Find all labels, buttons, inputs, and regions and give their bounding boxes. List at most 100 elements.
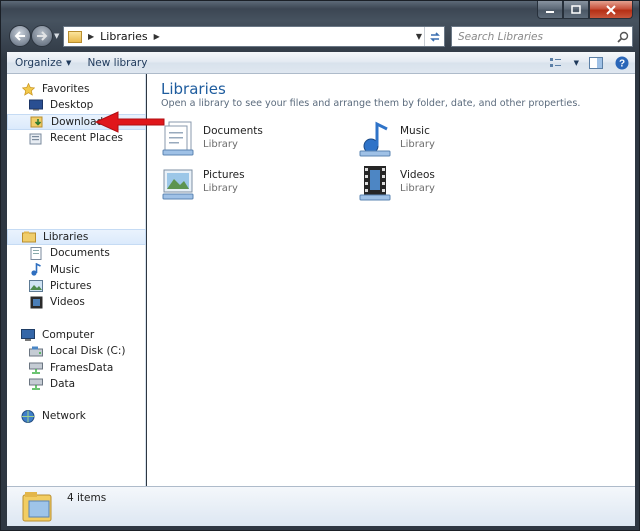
nav-documents[interactable]: Documents xyxy=(7,245,146,261)
library-type: Library xyxy=(203,183,238,194)
maximize-button[interactable] xyxy=(563,1,589,19)
content-pane: Libraries Open a library to see your fil… xyxy=(147,74,635,486)
forward-button[interactable] xyxy=(31,25,53,47)
library-tile-videos[interactable]: Videos Library xyxy=(358,164,558,204)
back-button[interactable] xyxy=(9,25,31,47)
documents-label: Documents xyxy=(50,247,110,260)
computer-group: Computer Local Disk (C:) FramesData Data xyxy=(7,327,146,392)
recent-pages-dropdown[interactable]: ▼ xyxy=(54,32,59,40)
videos-label: Videos xyxy=(50,296,85,309)
change-view-button[interactable] xyxy=(548,55,566,71)
libraries-folder-icon xyxy=(68,30,82,43)
music-library-icon xyxy=(359,121,391,157)
framesdata-label: FramesData xyxy=(50,361,114,374)
minimize-button[interactable] xyxy=(537,1,563,19)
nav-music[interactable]: Music xyxy=(7,262,146,278)
close-icon xyxy=(606,4,616,15)
documents-icon xyxy=(29,246,43,260)
chevron-down-icon: ▼ xyxy=(66,58,72,67)
network-icon xyxy=(21,409,35,423)
desktop-icon xyxy=(29,99,43,112)
desktop-label: Desktop xyxy=(50,99,94,112)
nav-network[interactable]: Network xyxy=(7,408,146,424)
local-disk-icon xyxy=(29,345,43,358)
preview-pane-icon xyxy=(589,57,603,69)
organize-label: Organize xyxy=(15,56,63,69)
local-disk-label: Local Disk (C:) xyxy=(50,345,126,358)
library-name: Documents xyxy=(203,125,263,137)
nav-computer[interactable]: Computer xyxy=(7,327,146,343)
breadcrumb-chevron-icon[interactable]: ▶ xyxy=(154,32,160,41)
network-drive-icon xyxy=(29,378,43,391)
downloads-icon xyxy=(30,115,44,128)
library-tile-pictures[interactable]: Pictures Library xyxy=(161,164,361,204)
library-tile-documents[interactable]: Documents Library xyxy=(161,120,361,160)
back-arrow-icon xyxy=(14,31,25,41)
library-type: Library xyxy=(203,139,238,150)
libraries-icon xyxy=(22,231,36,244)
library-name: Videos xyxy=(400,169,435,181)
documents-library-icon xyxy=(162,121,194,156)
pictures-library-icon xyxy=(162,169,194,200)
network-drive-icon xyxy=(29,361,43,374)
nav-libraries[interactable]: Libraries xyxy=(7,229,146,246)
view-options-icon xyxy=(549,58,561,67)
close-button[interactable] xyxy=(589,1,633,19)
pictures-label: Pictures xyxy=(50,280,92,293)
view-dropdown-icon[interactable]: ▼ xyxy=(574,59,579,67)
breadcrumb-separator-icon[interactable]: ▶ xyxy=(88,32,94,41)
nav-local-disk[interactable]: Local Disk (C:) xyxy=(7,343,146,359)
maximize-icon xyxy=(571,5,581,14)
star-icon xyxy=(21,82,35,96)
music-label: Music xyxy=(50,263,80,276)
library-name: Music xyxy=(400,125,430,137)
nav-favorites[interactable]: Favorites xyxy=(7,81,146,97)
nav-data[interactable]: Data xyxy=(7,376,146,392)
libraries-label: Libraries xyxy=(43,231,89,244)
refresh-button[interactable] xyxy=(424,27,444,46)
nav-framesdata[interactable]: FramesData xyxy=(7,360,146,376)
recent-places-icon xyxy=(29,132,43,145)
videos-icon xyxy=(29,296,43,309)
annotation-arrow-icon xyxy=(94,111,165,133)
libraries-group: Libraries Documents Music Pictures Video… xyxy=(7,229,146,310)
data-label: Data xyxy=(50,378,76,391)
refresh-icon xyxy=(429,31,440,42)
breadcrumb-libraries[interactable]: Libraries xyxy=(100,30,148,43)
navigation-pane: Favorites Desktop Downloads Recent Place… xyxy=(7,74,146,486)
computer-label: Computer xyxy=(42,329,95,342)
library-type: Library xyxy=(400,139,435,150)
address-dropdown-icon[interactable]: ▼ xyxy=(416,32,422,41)
computer-icon xyxy=(21,328,35,342)
new-library-button[interactable]: New library xyxy=(79,52,155,74)
search-icon[interactable] xyxy=(614,27,632,46)
details-pane: 4 items xyxy=(7,486,635,526)
library-type: Library xyxy=(400,183,435,194)
library-tile-music[interactable]: Music Library xyxy=(358,120,558,160)
network-group: Network xyxy=(7,408,146,424)
view-controls: ▼ ? xyxy=(548,52,631,74)
item-count: 4 items xyxy=(67,492,107,504)
pictures-icon xyxy=(29,280,43,293)
search-box[interactable]: Search Libraries xyxy=(451,26,633,47)
nav-pictures[interactable]: Pictures xyxy=(7,278,146,294)
command-bar: Organize ▼ New library ▼ ? xyxy=(7,52,635,74)
help-button[interactable]: ? xyxy=(613,55,631,71)
help-icon: ? xyxy=(615,56,629,70)
libraries-folder-icon xyxy=(22,492,52,522)
address-bar[interactable]: ▶ Libraries ▶ ▼ xyxy=(63,26,445,47)
favorites-label: Favorites xyxy=(42,83,90,96)
music-icon xyxy=(29,263,43,276)
navigation-bar: ▼ ▶ Libraries ▶ ▼ Search Libraries xyxy=(7,23,635,49)
page-title: Libraries xyxy=(161,80,226,98)
library-name: Pictures xyxy=(203,169,245,181)
network-label: Network xyxy=(42,410,86,423)
search-input[interactable]: Search Libraries xyxy=(452,31,614,43)
explorer-window: ▼ ▶ Libraries ▶ ▼ Search Libraries Organ… xyxy=(0,0,640,531)
nav-videos[interactable]: Videos xyxy=(7,294,146,310)
organize-button[interactable]: Organize ▼ xyxy=(7,52,79,74)
preview-pane-button[interactable] xyxy=(587,55,605,71)
svg-text:?: ? xyxy=(619,59,625,70)
videos-library-icon xyxy=(359,166,391,201)
new-library-label: New library xyxy=(87,56,148,69)
